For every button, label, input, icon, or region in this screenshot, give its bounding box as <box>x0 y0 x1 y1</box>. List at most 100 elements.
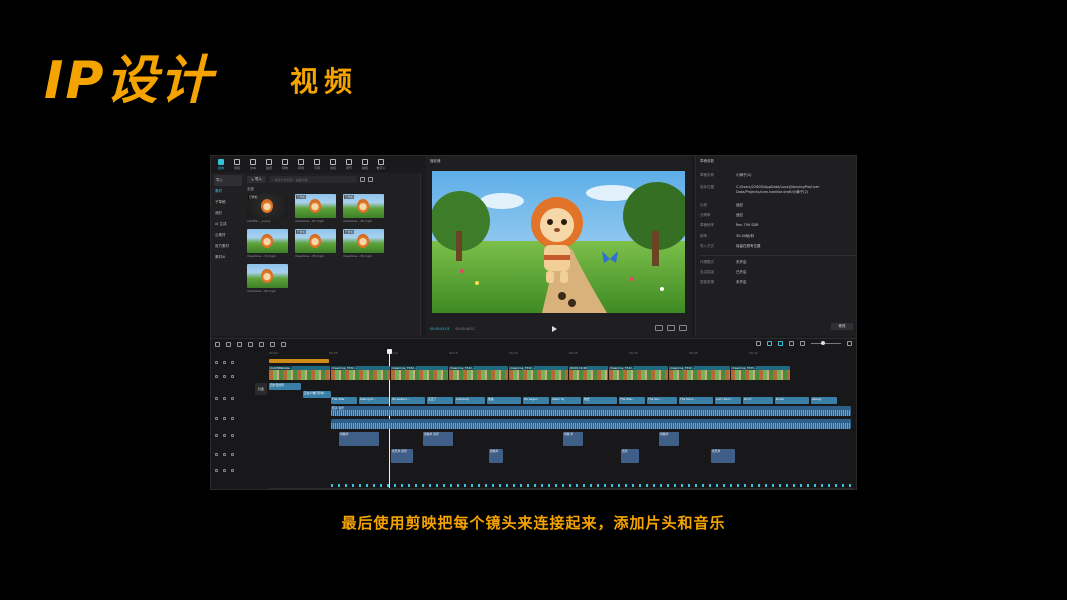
subtitle-clip[interactable]: 快去 <box>583 397 617 404</box>
lock-icon[interactable] <box>215 469 218 472</box>
expand-icon[interactable] <box>679 325 687 331</box>
subtitle-clip[interactable]: He began <box>523 397 549 404</box>
tab-text[interactable]: 文本 <box>246 157 260 172</box>
playhead-handle[interactable] <box>387 349 392 354</box>
subtitle-clip[interactable]: 又走了 <box>427 397 453 404</box>
import-button[interactable]: + 导入 <box>247 176 267 183</box>
intro-clip[interactable] <box>269 359 329 363</box>
sidebar-item[interactable]: 素材AI <box>211 252 245 263</box>
tab-transition[interactable]: 转场 <box>294 157 308 172</box>
eye-icon[interactable] <box>223 469 226 472</box>
eye-icon[interactable] <box>223 361 226 364</box>
subtitle-clip[interactable]: Seller fly <box>551 397 581 404</box>
audio-icon[interactable] <box>231 361 234 364</box>
link-icon[interactable] <box>767 341 772 346</box>
subtitle-clip[interactable]: The fell a... <box>679 397 713 404</box>
tab-media[interactable]: 媒体 <box>214 157 228 172</box>
ratio-icon[interactable] <box>655 325 663 331</box>
subtitle-clip[interactable]: Don't <box>743 397 773 404</box>
subtitle-clip[interactable]: Brush <box>775 397 809 404</box>
sidebar-item[interactable]: 云素材 <box>211 230 245 241</box>
play-icon[interactable] <box>552 326 557 332</box>
audio-icon[interactable] <box>231 397 234 400</box>
media-thumbnail[interactable]: 已添加 <box>295 194 336 218</box>
freeze-icon[interactable] <box>281 341 286 347</box>
subtitle-clip[interactable]: The little <box>331 397 357 404</box>
audio-icon[interactable] <box>231 375 234 378</box>
sidebar-item[interactable]: 子草稿 <box>211 197 245 208</box>
video-clip[interactable]: dreamina_7533... <box>731 366 790 380</box>
media-item[interactable]: dreamina...90.mp4 <box>247 264 292 293</box>
media-item[interactable]: 已添加 dreamina...95.mp4 <box>295 229 340 258</box>
audio-icon[interactable] <box>231 453 234 456</box>
tab-audio[interactable]: 音频 <box>230 157 244 172</box>
media-item[interactable]: dreamina...74.mp4 <box>247 229 292 258</box>
zoom-out-icon[interactable] <box>800 341 805 346</box>
eye-icon[interactable] <box>223 397 226 400</box>
subtitle-clip[interactable]: He walked ... <box>391 397 425 404</box>
media-thumbnail[interactable]: 已添加 <box>247 194 288 218</box>
video-clip[interactable]: dreamina_7532... <box>509 366 568 380</box>
tab-effects[interactable]: 特效 <box>278 157 292 172</box>
zoom-knob[interactable] <box>821 341 825 345</box>
sidebar-item[interactable]: 导入 <box>214 175 242 186</box>
filter-icon[interactable] <box>368 177 374 182</box>
video-clip[interactable]: cbd2f9fa0a4e... <box>269 366 330 380</box>
sfx-clip[interactable]: 音效声 <box>659 432 679 446</box>
subtitle-clip[interactable]: The litte... <box>619 397 645 404</box>
microphone-icon[interactable] <box>756 341 761 346</box>
media-item[interactable]: 已添加 dreamina...40.mp4 <box>343 194 388 223</box>
eye-icon[interactable] <box>223 453 226 456</box>
media-thumbnail[interactable] <box>247 264 288 288</box>
media-item[interactable]: 已添加 dreamina...30.mp4 <box>343 229 388 258</box>
sidebar-item[interactable]: 我的 <box>211 208 245 219</box>
media-item[interactable]: 已添加 dreamina...87.mp4 <box>295 194 340 223</box>
subtitle-clip[interactable]: and chord... <box>715 397 741 404</box>
zoom-slider[interactable] <box>811 341 841 345</box>
voiceover-audio-clip[interactable]: 原声 音乐 <box>331 406 851 416</box>
video-clip[interactable]: dreamina_7532... <box>609 366 668 380</box>
tab-subtitle[interactable]: 字幕 <box>310 157 324 172</box>
video-clip[interactable]: dreamina_7532... <box>669 366 730 380</box>
sfx-clip[interactable]: 音乐声 <box>711 449 735 463</box>
sidebar-item[interactable]: 素材 <box>211 186 245 197</box>
zoom-in-icon[interactable] <box>847 341 852 346</box>
subtitle-clip[interactable]: feeling th... <box>359 397 389 404</box>
music-audio-clip[interactable] <box>331 419 851 429</box>
media-thumbnail[interactable]: 已添加 <box>343 194 384 218</box>
cover-button[interactable]: 封面 <box>255 383 267 395</box>
tab-adjust[interactable]: 调节 <box>342 157 356 172</box>
eye-icon[interactable] <box>223 434 226 437</box>
sfx-clip[interactable]: 音效 声 <box>563 432 583 446</box>
sfx-clip[interactable]: 音乐声 音乐 <box>391 449 413 463</box>
subtitle-clip[interactable]: The lion... <box>647 397 677 404</box>
audio-icon[interactable] <box>231 417 234 420</box>
audio-icon[interactable] <box>231 469 234 472</box>
timeline-scrollbar[interactable] <box>269 488 854 489</box>
eye-icon[interactable] <box>223 375 226 378</box>
sfx-clip[interactable]: 音乐 <box>621 449 639 463</box>
undo-icon[interactable] <box>226 341 231 347</box>
tab-template[interactable]: 模板 <box>358 157 372 172</box>
media-item[interactable]: 已添加 cbd2f9..._a.png <box>247 194 292 223</box>
subtitle-clip[interactable]: Suddenly <box>455 397 485 404</box>
select-icon[interactable] <box>215 341 220 347</box>
tab-filter[interactable]: 滤镜 <box>326 157 340 172</box>
modify-button[interactable]: 修改 <box>831 323 853 330</box>
audio-icon[interactable] <box>231 434 234 437</box>
marker-icon[interactable] <box>270 341 275 347</box>
video-clip[interactable]: dreamina_7532... <box>449 366 508 380</box>
media-thumbnail[interactable]: 已添加 <box>295 229 336 253</box>
eye-icon[interactable] <box>223 417 226 420</box>
sort-icon[interactable] <box>360 177 366 182</box>
video-clip[interactable]: 00:00:10:26 <box>569 366 608 380</box>
sidebar-item[interactable]: AI 生成 <box>211 219 245 230</box>
tab-sticker[interactable]: 贴纸 <box>262 157 276 172</box>
media-thumbnail[interactable] <box>247 229 288 253</box>
preview-axis-icon[interactable] <box>789 341 794 346</box>
media-thumbnail[interactable]: 已添加 <box>343 229 384 253</box>
lock-icon[interactable] <box>215 434 218 437</box>
sidebar-item[interactable]: 官方素材 <box>211 241 245 252</box>
overlay-clip[interactable]: 百分百社科 <box>269 383 301 390</box>
lock-icon[interactable] <box>215 417 218 420</box>
